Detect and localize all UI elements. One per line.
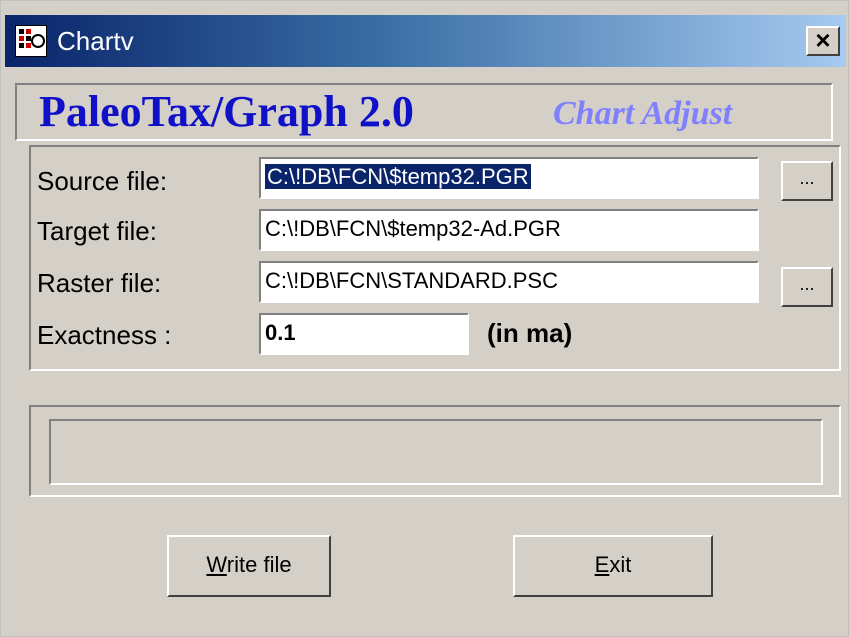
- exactness-input[interactable]: 0.1: [259, 313, 469, 355]
- exactness-label: Exactness :: [37, 320, 172, 350]
- source-file-value: C:\!DB\FCN\$temp32.PGR: [265, 164, 531, 189]
- app-icon[interactable]: [15, 25, 47, 57]
- chart-adjust-window: Chartv × PaleoTax/Graph 2.0 Chart Adjust…: [0, 0, 849, 637]
- app-banner: PaleoTax/Graph 2.0 Chart Adjust: [15, 83, 833, 141]
- write-label: rite file: [226, 552, 292, 577]
- raster-file-input[interactable]: C:\!DB\FCN\STANDARD.PSC: [259, 261, 759, 303]
- source-browse-button[interactable]: ...: [781, 161, 833, 201]
- raster-file-label: Raster file:: [37, 268, 162, 298]
- window-title: Chartv: [57, 26, 134, 56]
- title-bar[interactable]: Chartv ×: [5, 15, 846, 67]
- write-mnemonic: W: [206, 552, 227, 577]
- status-box: [49, 419, 823, 485]
- exactness-units: (in ma): [487, 318, 573, 348]
- banner-subtitle: Chart Adjust: [553, 95, 733, 132]
- target-file-input[interactable]: C:\!DB\FCN\$temp32-Ad.PGR: [259, 209, 759, 251]
- source-file-label: Source file:: [37, 166, 168, 196]
- close-button[interactable]: ×: [806, 26, 840, 56]
- target-file-label: Target file:: [37, 216, 157, 246]
- exit-mnemonic: E: [594, 552, 610, 577]
- app-icon-graphic: [19, 29, 45, 48]
- banner-title: PaleoTax/Graph 2.0: [39, 87, 414, 136]
- write-file-button[interactable]: Write file: [167, 535, 331, 597]
- raster-browse-button[interactable]: ...: [781, 267, 833, 307]
- exit-button[interactable]: Exit: [513, 535, 713, 597]
- source-file-input[interactable]: C:\!DB\FCN\$temp32.PGR: [259, 157, 759, 199]
- exit-label: xit: [609, 552, 632, 577]
